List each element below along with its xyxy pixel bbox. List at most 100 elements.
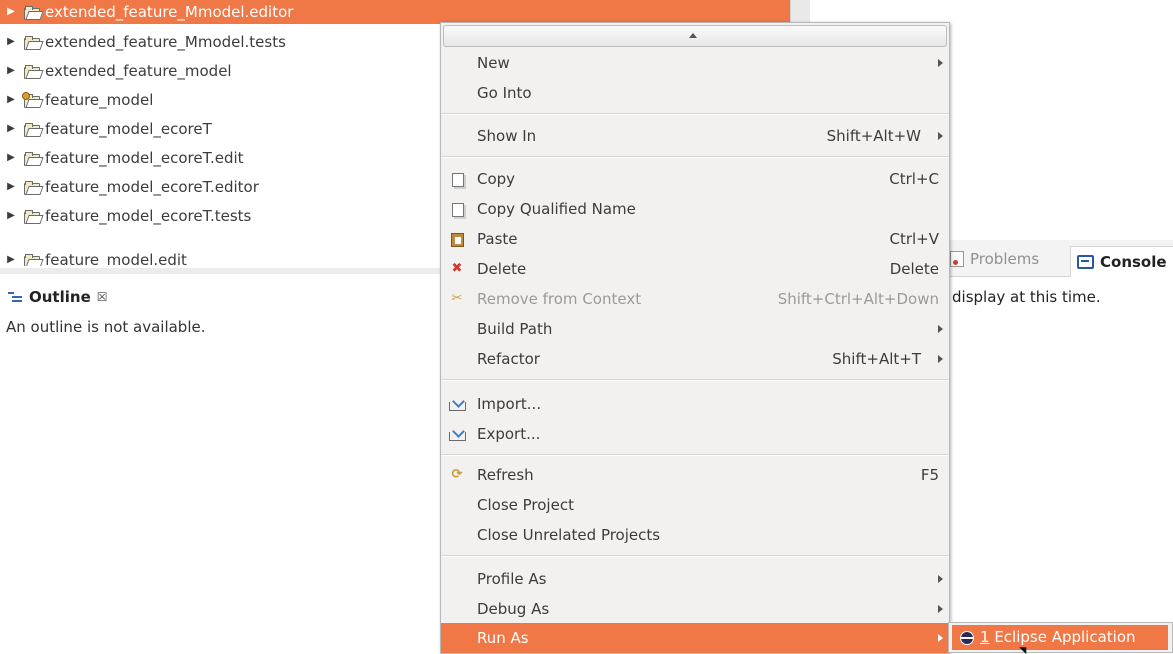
submenu-item-mnemonic: 1 (980, 628, 990, 646)
menu-item-profile-as[interactable]: Profile As (441, 564, 949, 594)
menu-item-run-as[interactable]: Run As (441, 623, 949, 653)
menu-item-delete[interactable]: ✖ Delete Delete (441, 254, 949, 284)
menu-item-build-path[interactable]: Build Path (441, 314, 949, 344)
import-icon (449, 397, 466, 411)
menu-item-label: Close Project (477, 496, 574, 514)
menu-scroll-up-button[interactable] (443, 25, 947, 47)
menu-item-label: Close Unrelated Projects (477, 526, 661, 544)
menu-item-go-into[interactable]: Go Into (441, 78, 949, 108)
project-folder-icon (24, 122, 44, 137)
tree-item-feature-model-edit[interactable]: ▶ feature_model.edit (0, 248, 187, 266)
expand-arrow-icon[interactable]: ▶ (4, 0, 18, 24)
tree-item-label: feature_model_ecoreT.tests (45, 207, 252, 225)
expand-arrow-icon[interactable]: ▶ (4, 30, 18, 54)
menu-item-copy-qualified-name[interactable]: Copy Qualified Name (441, 194, 949, 224)
menu-item-label: Debug As (477, 600, 550, 618)
submenu-arrow-icon (938, 355, 943, 363)
project-folder-icon (24, 253, 44, 266)
project-folder-icon (24, 151, 44, 166)
menu-item-show-in[interactable]: Show In Shift+Alt+W (441, 121, 949, 151)
menu-item-label: Copy (477, 170, 516, 188)
menu-item-import[interactable]: Import... (441, 389, 949, 419)
context-menu: New Go Into Show In Shift+Alt+W Copy Ctr… (440, 22, 950, 654)
menu-item-label: Run As (477, 629, 529, 647)
tab-problems[interactable]: Problems (950, 248, 1039, 270)
project-folder-icon (24, 35, 44, 50)
copy-qualified-name-icon (449, 202, 465, 217)
expand-arrow-icon[interactable]: ▶ (4, 88, 18, 112)
menu-item-refresh[interactable]: ⟳ Refresh F5 (441, 460, 949, 490)
submenu-arrow-icon (938, 575, 943, 583)
menu-item-new[interactable]: New (441, 48, 949, 78)
paste-icon (449, 232, 465, 247)
problems-icon (950, 251, 964, 267)
menu-item-shortcut: Delete (889, 260, 939, 278)
eclipse-application-icon (960, 631, 974, 645)
refresh-icon: ⟳ (451, 467, 463, 482)
expand-arrow-icon[interactable]: ▶ (4, 117, 18, 141)
menu-item-label: Go Into (477, 84, 532, 102)
tree-item-label: extended_feature_Mmodel.editor (45, 3, 294, 21)
tree-item-label: feature_model.edit (45, 251, 187, 266)
delete-icon: ✖ (451, 261, 463, 276)
menu-item-label: Delete (477, 260, 527, 278)
menu-separator (441, 156, 949, 158)
tab-outline[interactable]: Outline ☒ (8, 286, 108, 308)
expand-arrow-icon[interactable]: ▶ (4, 59, 18, 83)
close-icon[interactable]: ☒ (97, 290, 108, 304)
menu-item-eclipse-application[interactable]: 1 Eclipse Application (952, 625, 1168, 650)
menu-item-close-project[interactable]: Close Project (441, 490, 949, 520)
tree-item-extended-feature-mmodel-editor[interactable]: ▶ extended_feature_Mmodel.editor (0, 0, 790, 24)
menu-separator (441, 454, 949, 456)
menu-item-shortcut: Ctrl+C (889, 170, 939, 188)
expand-arrow-icon[interactable]: ▶ (4, 175, 18, 199)
tree-item-feature-model-ecoret-editor[interactable]: ▶ feature_model_ecoreT.editor (0, 175, 259, 199)
run-as-submenu: 1 Eclipse Application (948, 622, 1173, 653)
menu-item-shortcut: Shift+Alt+W (826, 127, 921, 145)
submenu-arrow-icon (938, 605, 943, 613)
tree-item-label: feature_model (45, 91, 154, 109)
arrow-up-icon (689, 33, 697, 38)
tree-item-extended-feature-mmodel-tests[interactable]: ▶ extended_feature_Mmodel.tests (0, 30, 286, 54)
export-icon (449, 427, 466, 441)
menu-item-label: Remove from Context (477, 290, 642, 308)
menu-separator (441, 555, 949, 557)
copy-icon (449, 172, 465, 187)
tree-item-label: extended_feature_Mmodel.tests (45, 33, 286, 51)
expand-arrow-icon[interactable]: ▶ (4, 204, 18, 228)
tree-scrollbar[interactable] (790, 0, 810, 24)
submenu-arrow-icon (938, 132, 943, 140)
menu-item-label: Build Path (477, 320, 553, 338)
tab-problems-label: Problems (970, 250, 1040, 268)
menu-item-refactor[interactable]: Refactor Shift+Alt+T (441, 344, 949, 374)
expand-arrow-icon[interactable]: ▶ (4, 248, 18, 266)
menu-item-remove-from-context[interactable]: ✂ Remove from Context Shift+Ctrl+Alt+Dow… (441, 284, 949, 314)
tree-item-feature-model[interactable]: ▶ feature_model (0, 88, 153, 112)
outline-message: An outline is not available. (6, 318, 206, 336)
tree-item-label: extended_feature_model (45, 62, 232, 80)
menu-item-shortcut: F5 (920, 466, 939, 484)
submenu-arrow-icon (938, 325, 943, 333)
tree-item-feature-model-ecoret[interactable]: ▶ feature_model_ecoreT (0, 117, 212, 141)
menu-item-copy[interactable]: Copy Ctrl+C (441, 164, 949, 194)
menu-separator (441, 113, 949, 115)
menu-item-export[interactable]: Export... (441, 419, 949, 449)
menu-item-debug-as[interactable]: Debug As (441, 594, 949, 624)
menu-item-label: Refactor (477, 350, 540, 368)
submenu-arrow-icon (938, 59, 943, 67)
tab-console-label: Console (1100, 253, 1167, 271)
console-icon (1077, 255, 1094, 269)
tree-item-feature-model-ecoret-edit[interactable]: ▶ feature_model_ecoreT.edit (0, 146, 244, 170)
menu-separator (441, 379, 949, 381)
menu-item-shortcut: Shift+Alt+T (832, 350, 921, 368)
menu-item-label: Refresh (477, 466, 534, 484)
console-message: display at this time. (952, 288, 1101, 306)
menu-item-paste[interactable]: Paste Ctrl+V (441, 224, 949, 254)
tree-item-label: feature_model_ecoreT.edit (45, 149, 244, 167)
menu-item-label: Copy Qualified Name (477, 200, 636, 218)
tree-item-extended-feature-model[interactable]: ▶ extended_feature_model (0, 59, 232, 83)
tab-console[interactable]: Console (1070, 246, 1173, 277)
tree-item-feature-model-ecoret-tests[interactable]: ▶ feature_model_ecoreT.tests (0, 204, 251, 228)
menu-item-close-unrelated-projects[interactable]: Close Unrelated Projects (441, 520, 949, 550)
expand-arrow-icon[interactable]: ▶ (4, 146, 18, 170)
